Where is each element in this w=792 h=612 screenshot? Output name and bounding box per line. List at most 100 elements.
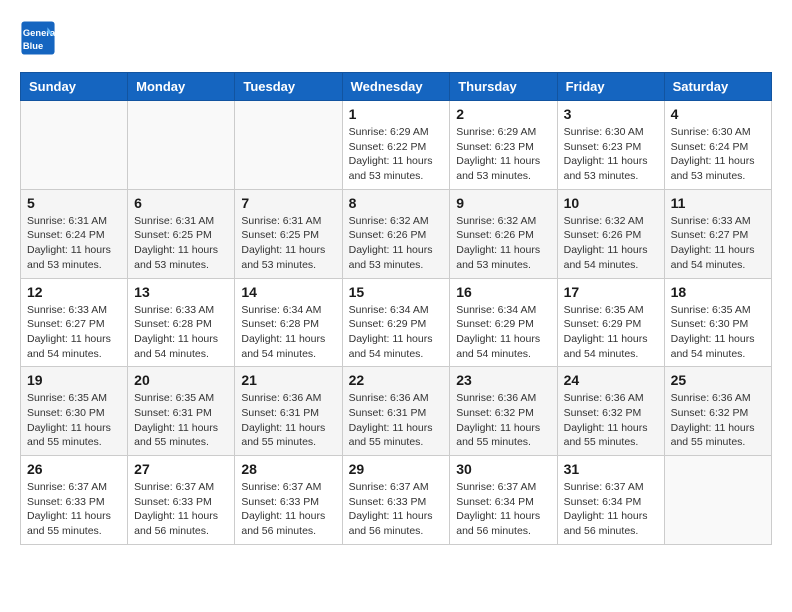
day-number: 1 <box>349 106 444 122</box>
day-info: Sunrise: 6:36 AM Sunset: 6:32 PM Dayligh… <box>564 391 658 450</box>
weekday-header-wednesday: Wednesday <box>342 73 450 101</box>
day-info: Sunrise: 6:32 AM Sunset: 6:26 PM Dayligh… <box>456 214 550 273</box>
day-info: Sunrise: 6:34 AM Sunset: 6:29 PM Dayligh… <box>456 303 550 362</box>
day-number: 26 <box>27 461 121 477</box>
day-number: 29 <box>349 461 444 477</box>
day-number: 10 <box>564 195 658 211</box>
day-info: Sunrise: 6:36 AM Sunset: 6:31 PM Dayligh… <box>349 391 444 450</box>
day-number: 11 <box>671 195 765 211</box>
calendar-cell: 14 Sunrise: 6:34 AM Sunset: 6:28 PM Dayli… <box>235 278 342 367</box>
day-info: Sunrise: 6:37 AM Sunset: 6:33 PM Dayligh… <box>134 480 228 539</box>
day-number: 18 <box>671 284 765 300</box>
day-info: Sunrise: 6:31 AM Sunset: 6:24 PM Dayligh… <box>27 214 121 273</box>
day-info: Sunrise: 6:33 AM Sunset: 6:27 PM Dayligh… <box>27 303 121 362</box>
calendar-week-2: 5 Sunrise: 6:31 AM Sunset: 6:24 PM Daylig… <box>21 189 772 278</box>
day-info: Sunrise: 6:35 AM Sunset: 6:30 PM Dayligh… <box>27 391 121 450</box>
day-number: 9 <box>456 195 550 211</box>
calendar-cell: 17 Sunrise: 6:35 AM Sunset: 6:29 PM Dayli… <box>557 278 664 367</box>
day-info: Sunrise: 6:37 AM Sunset: 6:33 PM Dayligh… <box>349 480 444 539</box>
svg-text:Blue: Blue <box>23 41 43 51</box>
day-number: 3 <box>564 106 658 122</box>
day-info: Sunrise: 6:35 AM Sunset: 6:31 PM Dayligh… <box>134 391 228 450</box>
calendar-cell: 1 Sunrise: 6:29 AM Sunset: 6:22 PM Daylig… <box>342 101 450 190</box>
weekday-header-thursday: Thursday <box>450 73 557 101</box>
day-number: 14 <box>241 284 335 300</box>
calendar-cell: 13Sunrise: 6:33 AM Sunset: 6:28 PM Dayli… <box>128 278 235 367</box>
day-info: Sunrise: 6:30 AM Sunset: 6:23 PM Dayligh… <box>564 125 658 184</box>
calendar-cell: 21 Sunrise: 6:36 AM Sunset: 6:31 PM Dayli… <box>235 367 342 456</box>
day-info: Sunrise: 6:29 AM Sunset: 6:23 PM Dayligh… <box>456 125 550 184</box>
calendar-cell: 30 Sunrise: 6:37 AM Sunset: 6:34 PM Dayli… <box>450 456 557 545</box>
calendar-week-3: 12 Sunrise: 6:33 AM Sunset: 6:27 PM Dayli… <box>21 278 772 367</box>
calendar-cell: 26 Sunrise: 6:37 AM Sunset: 6:33 PM Dayli… <box>21 456 128 545</box>
day-number: 19 <box>27 372 121 388</box>
day-number: 12 <box>27 284 121 300</box>
day-number: 5 <box>27 195 121 211</box>
day-info: Sunrise: 6:37 AM Sunset: 6:34 PM Dayligh… <box>456 480 550 539</box>
calendar-cell: 23Sunrise: 6:36 AM Sunset: 6:32 PM Dayli… <box>450 367 557 456</box>
day-info: Sunrise: 6:36 AM Sunset: 6:31 PM Dayligh… <box>241 391 335 450</box>
day-info: Sunrise: 6:35 AM Sunset: 6:29 PM Dayligh… <box>564 303 658 362</box>
calendar-cell: 29 Sunrise: 6:37 AM Sunset: 6:33 PM Dayli… <box>342 456 450 545</box>
day-info: Sunrise: 6:32 AM Sunset: 6:26 PM Dayligh… <box>564 214 658 273</box>
day-info: Sunrise: 6:36 AM Sunset: 6:32 PM Dayligh… <box>671 391 765 450</box>
calendar-cell: 28 Sunrise: 6:37 AM Sunset: 6:33 PM Dayli… <box>235 456 342 545</box>
calendar-cell: 6 Sunrise: 6:31 AM Sunset: 6:25 PM Daylig… <box>128 189 235 278</box>
day-info: Sunrise: 6:31 AM Sunset: 6:25 PM Dayligh… <box>241 214 335 273</box>
day-number: 6 <box>134 195 228 211</box>
weekday-header-row: SundayMondayTuesdayWednesdayThursdayFrid… <box>21 73 772 101</box>
day-info: Sunrise: 6:33 AM Sunset: 6:28 PM Dayligh… <box>134 303 228 362</box>
calendar-table: SundayMondayTuesdayWednesdayThursdayFrid… <box>20 72 772 545</box>
day-number: 27 <box>134 461 228 477</box>
calendar-cell: 20 Sunrise: 6:35 AM Sunset: 6:31 PM Dayli… <box>128 367 235 456</box>
calendar-cell <box>128 101 235 190</box>
calendar-week-5: 26 Sunrise: 6:37 AM Sunset: 6:33 PM Dayli… <box>21 456 772 545</box>
day-info: Sunrise: 6:30 AM Sunset: 6:24 PM Dayligh… <box>671 125 765 184</box>
day-number: 30 <box>456 461 550 477</box>
calendar-cell: 3 Sunrise: 6:30 AM Sunset: 6:23 PM Daylig… <box>557 101 664 190</box>
day-number: 21 <box>241 372 335 388</box>
day-number: 4 <box>671 106 765 122</box>
day-number: 2 <box>456 106 550 122</box>
day-number: 7 <box>241 195 335 211</box>
calendar-cell <box>21 101 128 190</box>
day-number: 25 <box>671 372 765 388</box>
calendar-cell <box>235 101 342 190</box>
calendar-week-4: 19 Sunrise: 6:35 AM Sunset: 6:30 PM Dayli… <box>21 367 772 456</box>
page-header: GeneralBlue <box>20 20 772 56</box>
calendar-cell: 16Sunrise: 6:34 AM Sunset: 6:29 PM Dayli… <box>450 278 557 367</box>
logo: GeneralBlue <box>20 20 56 56</box>
calendar-cell: 19 Sunrise: 6:35 AM Sunset: 6:30 PM Dayli… <box>21 367 128 456</box>
weekday-header-saturday: Saturday <box>664 73 771 101</box>
calendar-cell: 15Sunrise: 6:34 AM Sunset: 6:29 PM Dayli… <box>342 278 450 367</box>
day-info: Sunrise: 6:37 AM Sunset: 6:33 PM Dayligh… <box>241 480 335 539</box>
calendar-cell <box>664 456 771 545</box>
day-number: 17 <box>564 284 658 300</box>
weekday-header-monday: Monday <box>128 73 235 101</box>
calendar-cell: 8Sunrise: 6:32 AM Sunset: 6:26 PM Daylig… <box>342 189 450 278</box>
calendar-cell: 5 Sunrise: 6:31 AM Sunset: 6:24 PM Daylig… <box>21 189 128 278</box>
day-info: Sunrise: 6:31 AM Sunset: 6:25 PM Dayligh… <box>134 214 228 273</box>
weekday-header-tuesday: Tuesday <box>235 73 342 101</box>
calendar-cell: 12 Sunrise: 6:33 AM Sunset: 6:27 PM Dayli… <box>21 278 128 367</box>
calendar-cell: 11 Sunrise: 6:33 AM Sunset: 6:27 PM Dayli… <box>664 189 771 278</box>
day-info: Sunrise: 6:35 AM Sunset: 6:30 PM Dayligh… <box>671 303 765 362</box>
calendar-cell: 31 Sunrise: 6:37 AM Sunset: 6:34 PM Dayli… <box>557 456 664 545</box>
day-number: 28 <box>241 461 335 477</box>
calendar-cell: 18 Sunrise: 6:35 AM Sunset: 6:30 PM Dayli… <box>664 278 771 367</box>
calendar-cell: 7 Sunrise: 6:31 AM Sunset: 6:25 PM Daylig… <box>235 189 342 278</box>
calendar-cell: 2 Sunrise: 6:29 AM Sunset: 6:23 PM Daylig… <box>450 101 557 190</box>
day-info: Sunrise: 6:33 AM Sunset: 6:27 PM Dayligh… <box>671 214 765 273</box>
day-number: 31 <box>564 461 658 477</box>
day-number: 24 <box>564 372 658 388</box>
day-info: Sunrise: 6:29 AM Sunset: 6:22 PM Dayligh… <box>349 125 444 184</box>
logo-icon: GeneralBlue <box>20 20 56 56</box>
day-info: Sunrise: 6:32 AM Sunset: 6:26 PM Dayligh… <box>349 214 444 273</box>
day-info: Sunrise: 6:34 AM Sunset: 6:29 PM Dayligh… <box>349 303 444 362</box>
day-number: 22 <box>349 372 444 388</box>
day-info: Sunrise: 6:37 AM Sunset: 6:34 PM Dayligh… <box>564 480 658 539</box>
day-info: Sunrise: 6:34 AM Sunset: 6:28 PM Dayligh… <box>241 303 335 362</box>
day-info: Sunrise: 6:37 AM Sunset: 6:33 PM Dayligh… <box>27 480 121 539</box>
weekday-header-sunday: Sunday <box>21 73 128 101</box>
day-number: 20 <box>134 372 228 388</box>
